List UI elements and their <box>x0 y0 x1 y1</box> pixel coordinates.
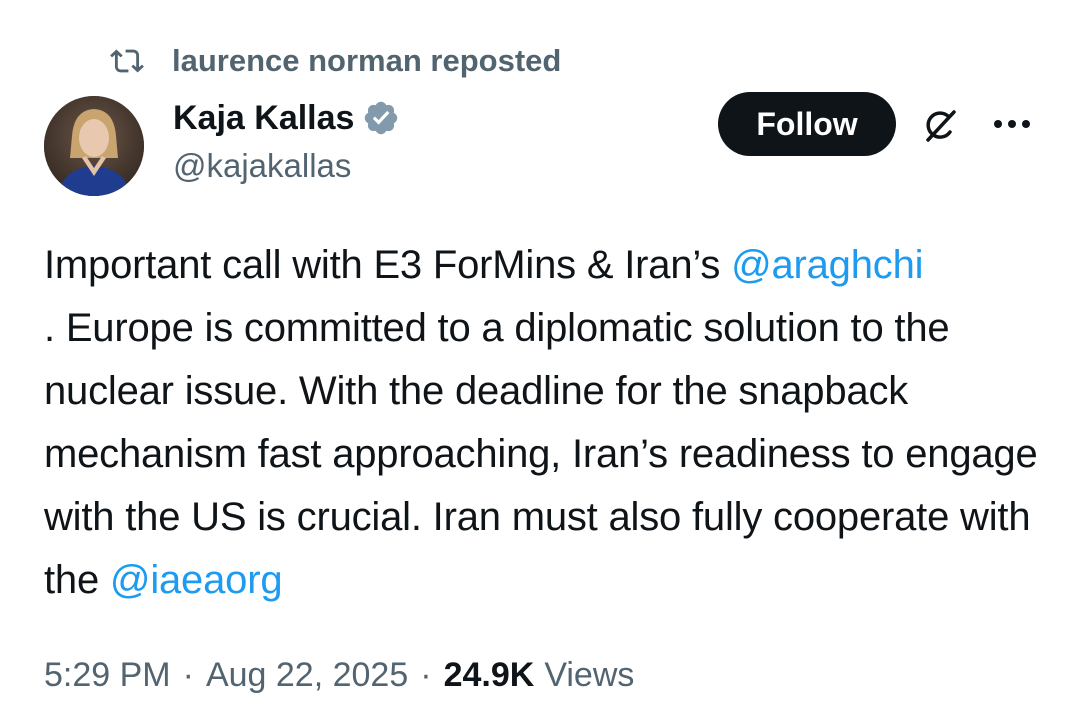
display-name[interactable]: Kaja Kallas <box>173 99 354 138</box>
repost-indicator[interactable]: laurence norman reposted <box>106 40 561 82</box>
tweet-date[interactable]: Aug 22, 2025 <box>206 656 408 695</box>
views-count[interactable]: 24.9K <box>444 656 535 695</box>
tweet: laurence norman reposted Kaja Kallas @ka… <box>0 0 1080 717</box>
repost-icon <box>106 40 148 82</box>
repost-label: laurence norman reposted <box>172 43 562 78</box>
mention-iaeaorg-link[interactable]: @iaeaorg <box>110 558 283 602</box>
tweet-text: Important call with E3 ForMins & Iran’s … <box>44 234 1054 612</box>
separator: · <box>182 656 194 694</box>
verified-badge-icon[interactable] <box>362 98 402 138</box>
follow-button[interactable]: Follow <box>718 92 896 156</box>
author-block: Kaja Kallas @kajakallas <box>173 95 402 185</box>
tweet-meta: 5:29 PM · Aug 22, 2025 · 24.9K Views <box>44 656 634 695</box>
mention-araghchi-link[interactable]: @araghchi <box>731 243 923 287</box>
avatar[interactable] <box>44 96 144 196</box>
tweet-text-part-1: Important call with E3 ForMins & Iran’s <box>44 243 732 287</box>
views-label: Views <box>544 656 635 694</box>
separator: · <box>420 656 432 694</box>
grok-icon[interactable] <box>916 102 964 150</box>
tweet-time[interactable]: 5:29 PM <box>44 656 171 695</box>
more-options-icon[interactable] <box>990 104 1034 144</box>
handle[interactable]: @kajakallas <box>173 147 402 185</box>
